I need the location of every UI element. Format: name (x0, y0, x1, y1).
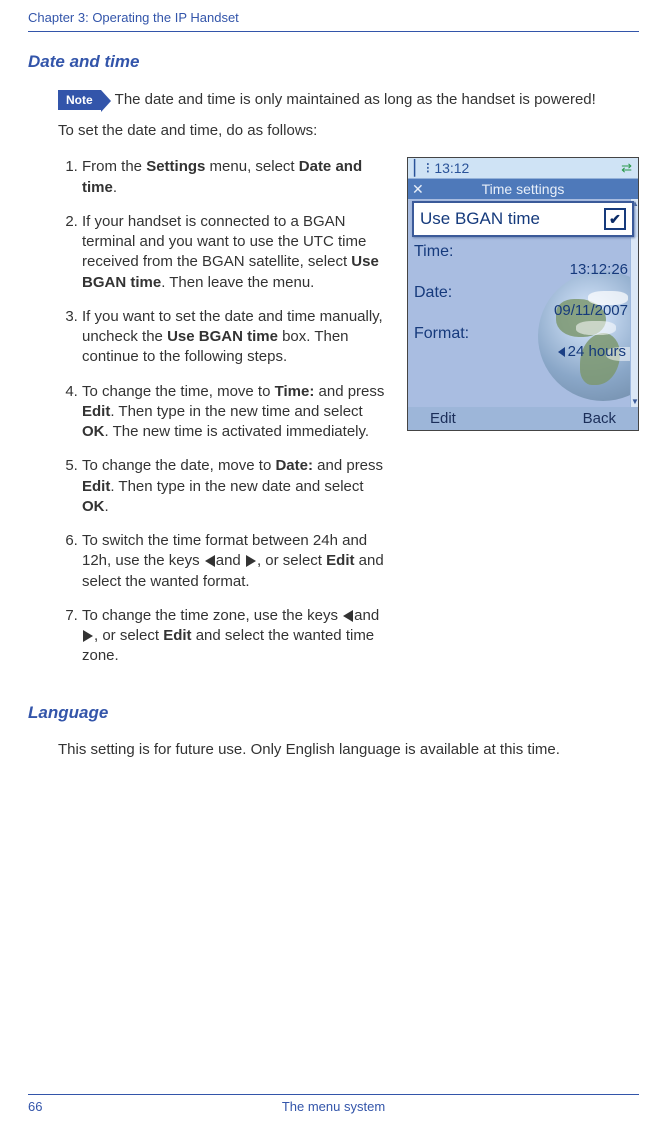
use-bgan-time-row: Use BGAN time ✔ (412, 201, 634, 237)
status-clock: 13:12 (434, 160, 469, 176)
use-bgan-time-checkbox: ✔ (604, 208, 626, 230)
section-date-time-title: Date and time (28, 52, 639, 72)
phone-title: Time settings (482, 181, 565, 197)
phone-screen: ▏⁝ 13:12 ⇄ ✕ Time settings (407, 157, 639, 431)
footer-rule (28, 1094, 639, 1095)
time-value: 13:12:26 (408, 261, 638, 280)
note-badge: Note (58, 90, 101, 110)
step-6: To switch the time format between 24h an… (82, 531, 391, 592)
format-label: Format: (408, 321, 638, 343)
step-7: To change the time zone, use the keys an… (82, 606, 391, 667)
section-language-title: Language (28, 703, 639, 723)
page-header: Chapter 3: Operating the IP Handset (0, 0, 667, 29)
step-1: From the Settings menu, select Date and … (82, 157, 391, 198)
step-2: If your handset is connected to a BGAN t… (82, 212, 391, 293)
footer-label: The menu system (28, 1099, 639, 1114)
mute-icon: ✕ (412, 181, 424, 198)
step-4: To change the time, move to Time: and pr… (82, 382, 391, 443)
signal-icon: ▏⁝ (414, 161, 430, 176)
page-footer: 66 The menu system (28, 1094, 639, 1114)
date-value: 09/11/2007 (408, 302, 638, 321)
triangle-left-small-icon (558, 347, 565, 357)
phone-softkeys: Edit Back (408, 407, 638, 430)
triangle-left-icon (205, 555, 215, 567)
triangle-left-icon (343, 610, 353, 622)
time-label: Time: (408, 239, 638, 261)
language-text: This setting is for future use. Only Eng… (58, 741, 639, 758)
softkey-edit: Edit (430, 410, 456, 427)
format-value: 24 hours (408, 343, 638, 360)
steps-list: From the Settings menu, select Date and … (58, 157, 391, 666)
step-3: If you want to set the date and time man… (82, 307, 391, 368)
status-left: ▏⁝ 13:12 (414, 160, 469, 176)
date-label: Date: (408, 280, 638, 302)
phone-statusbar: ▏⁝ 13:12 ⇄ (408, 158, 638, 179)
phone-screenshot: ▏⁝ 13:12 ⇄ ✕ Time settings (407, 157, 639, 680)
step-5: To change the date, move to Date: and pr… (82, 456, 391, 517)
use-bgan-time-label: Use BGAN time (420, 209, 540, 229)
steps-column: From the Settings menu, select Date and … (58, 157, 391, 680)
triangle-right-icon (246, 555, 256, 567)
triangle-right-icon (83, 630, 93, 642)
softkey-back: Back (583, 410, 616, 427)
two-column-layout: From the Settings menu, select Date and … (58, 157, 639, 680)
phone-titlebar: ✕ Time settings (408, 179, 638, 199)
phone-body: Use BGAN time ✔ Time: 13:12:26 Date: 09/… (408, 199, 638, 407)
chapter-label: Chapter 3: Operating the IP Handset (28, 10, 239, 25)
note-callout: Note The date and time is only maintaine… (58, 90, 639, 110)
sync-arrows-icon: ⇄ (621, 160, 632, 176)
page-content: Date and time Note The date and time is … (0, 32, 667, 758)
intro-text: To set the date and time, do as follows: (58, 122, 639, 139)
note-text: The date and time is only maintained as … (115, 90, 596, 110)
scroll-down-icon: ▼ (631, 398, 638, 406)
